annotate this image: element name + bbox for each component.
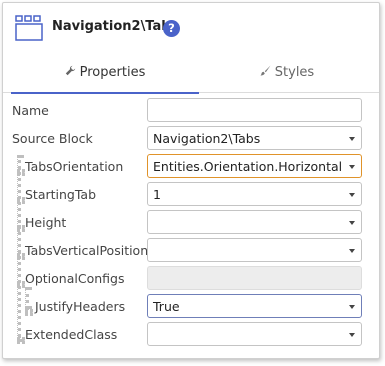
tab-styles-label: Styles xyxy=(274,65,315,80)
property-row-tabs-vertical-position: TabsVerticalPosition xyxy=(3,237,379,265)
help-icon[interactable]: ? xyxy=(163,20,180,37)
height-select[interactable] xyxy=(147,210,362,234)
property-row-height: Height xyxy=(3,209,379,237)
property-label: Height xyxy=(25,215,67,230)
tabs-widget-icon xyxy=(15,15,43,41)
property-label: StartingTab xyxy=(25,187,97,202)
field-value: 1 xyxy=(153,187,161,202)
field-value: Navigation2\Tabs xyxy=(153,131,261,146)
property-row-tabs-orientation: TabsOrientation Entities.Orientation.Hor… xyxy=(3,153,379,181)
optional-configs-field xyxy=(147,266,362,290)
property-label: JustifyHeaders xyxy=(35,299,126,314)
properties-panel: Navigation2\Tabs ? Properties Styles Nam… xyxy=(2,2,380,359)
property-label: OptionalConfigs xyxy=(25,271,125,286)
tabs-vertical-position-select[interactable] xyxy=(147,238,362,262)
property-label: TabsOrientation xyxy=(25,159,124,174)
tab-styles[interactable]: Styles xyxy=(193,55,381,93)
property-row-justify-headers: JustifyHeaders True xyxy=(3,293,379,321)
field-value: Entities.Orientation.Horizontal xyxy=(153,159,343,174)
property-row-extended-class: ExtendedClass xyxy=(3,321,379,349)
wrench-icon xyxy=(65,55,76,91)
starting-tab-select[interactable]: 1 xyxy=(147,182,362,206)
tab-properties[interactable]: Properties xyxy=(11,55,199,94)
tabs-orientation-select[interactable]: Entities.Orientation.Horizontal xyxy=(147,154,362,178)
panel-title: Navigation2\Tabs xyxy=(52,19,179,34)
tab-properties-label: Properties xyxy=(79,65,146,80)
field-value: True xyxy=(153,299,180,314)
property-row-optional-configs: OptionalConfigs xyxy=(3,265,379,293)
brush-icon xyxy=(260,55,271,91)
name-input[interactable] xyxy=(147,98,362,122)
panel-tabs: Properties Styles xyxy=(3,55,381,94)
property-row-source-block: Source Block Navigation2\Tabs xyxy=(3,125,379,153)
property-label: Name xyxy=(12,103,49,118)
chevron-down-icon xyxy=(349,193,355,197)
source-block-select[interactable]: Navigation2\Tabs xyxy=(147,126,362,150)
extended-class-select[interactable] xyxy=(147,322,362,346)
property-label: ExtendedClass xyxy=(25,327,118,342)
chevron-down-icon xyxy=(349,221,355,225)
property-row-name: Name xyxy=(3,97,379,125)
property-label: Source Block xyxy=(12,131,93,146)
chevron-down-icon xyxy=(349,137,355,141)
panel-header: Navigation2\Tabs ? xyxy=(3,3,379,55)
chevron-down-icon xyxy=(349,165,355,169)
chevron-down-icon xyxy=(349,249,355,253)
chevron-down-icon xyxy=(349,305,355,309)
chevron-down-icon xyxy=(349,333,355,337)
property-row-starting-tab: StartingTab 1 xyxy=(3,181,379,209)
justify-headers-select[interactable]: True xyxy=(147,294,362,318)
property-label: TabsVerticalPosition xyxy=(25,243,149,258)
